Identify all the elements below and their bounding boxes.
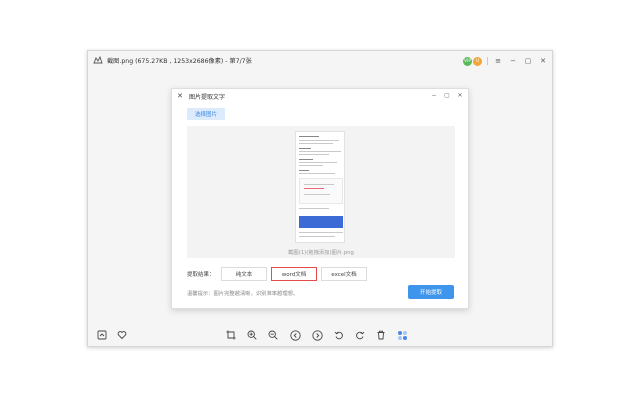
option-excel-doc[interactable]: excel文档 bbox=[321, 267, 367, 281]
zoom-out-icon[interactable] bbox=[267, 329, 279, 341]
tip-text: 温馨提示：图片完整越清晰，识别准率越理想。 bbox=[187, 291, 299, 297]
menu-icon[interactable]: ≡ bbox=[493, 56, 503, 66]
previous-icon[interactable] bbox=[289, 329, 301, 341]
crop-icon[interactable] bbox=[225, 329, 237, 341]
heart-icon[interactable] bbox=[116, 329, 128, 341]
close-x-icon[interactable]: ✕ bbox=[176, 92, 184, 100]
preview-caption: 截图(1)(拖拽添加)图片.png bbox=[288, 250, 354, 256]
start-extract-button[interactable]: 开始提取 bbox=[408, 285, 454, 299]
title-bar: 截图.png (675.27KB , 1253x2686像素) - 第7/7张 … bbox=[88, 51, 552, 71]
option-plain-text[interactable]: 纯文本 bbox=[221, 267, 267, 281]
rotate-left-icon[interactable] bbox=[333, 329, 345, 341]
zoom-in-icon[interactable] bbox=[246, 329, 258, 341]
dialog-maximize-button[interactable]: ▢ bbox=[443, 91, 451, 100]
app-logo-icon bbox=[93, 55, 103, 64]
select-image-button[interactable]: 选择图片 bbox=[187, 108, 225, 120]
extract-options: 提取结果： 纯文本 word文档 excel文档 bbox=[187, 267, 371, 281]
dialog-close-button[interactable]: ✕ bbox=[456, 91, 464, 100]
tiles-icon[interactable] bbox=[396, 329, 408, 341]
next-icon[interactable] bbox=[311, 329, 323, 341]
title-controls: VIP U ≡ − ▢ ✕ bbox=[463, 54, 548, 68]
option-word-doc[interactable]: word文档 bbox=[271, 267, 317, 281]
maximize-button[interactable]: ▢ bbox=[523, 56, 533, 66]
dialog-title: 图片提取文字 bbox=[189, 94, 226, 101]
user-avatar[interactable]: U bbox=[473, 56, 482, 66]
image-preview-area[interactable]: 截图(1)(拖拽添加)图片.png bbox=[187, 126, 455, 258]
bottom-toolbar bbox=[88, 328, 552, 342]
divider bbox=[487, 57, 488, 65]
dialog-controls: − ▢ ✕ bbox=[430, 91, 464, 100]
window-title: 截图.png (675.27KB , 1253x2686像素) - 第7/7张 bbox=[107, 58, 252, 65]
vip-badge[interactable]: VIP bbox=[463, 56, 472, 66]
rotate-right-icon[interactable] bbox=[354, 329, 366, 341]
save-icon[interactable] bbox=[96, 329, 108, 341]
dialog-minimize-button[interactable]: − bbox=[430, 91, 438, 100]
extract-text-dialog: ✕ 图片提取文字 − ▢ ✕ 选择图片 截图(1)(拖拽添加)图片.png 提取… bbox=[171, 88, 469, 309]
document-thumbnail bbox=[295, 131, 345, 243]
options-label: 提取结果： bbox=[187, 272, 215, 278]
delete-icon[interactable] bbox=[375, 329, 387, 341]
dialog-header: ✕ 图片提取文字 − ▢ ✕ bbox=[172, 89, 468, 103]
minimize-button[interactable]: − bbox=[508, 56, 518, 66]
close-button[interactable]: ✕ bbox=[538, 56, 548, 66]
